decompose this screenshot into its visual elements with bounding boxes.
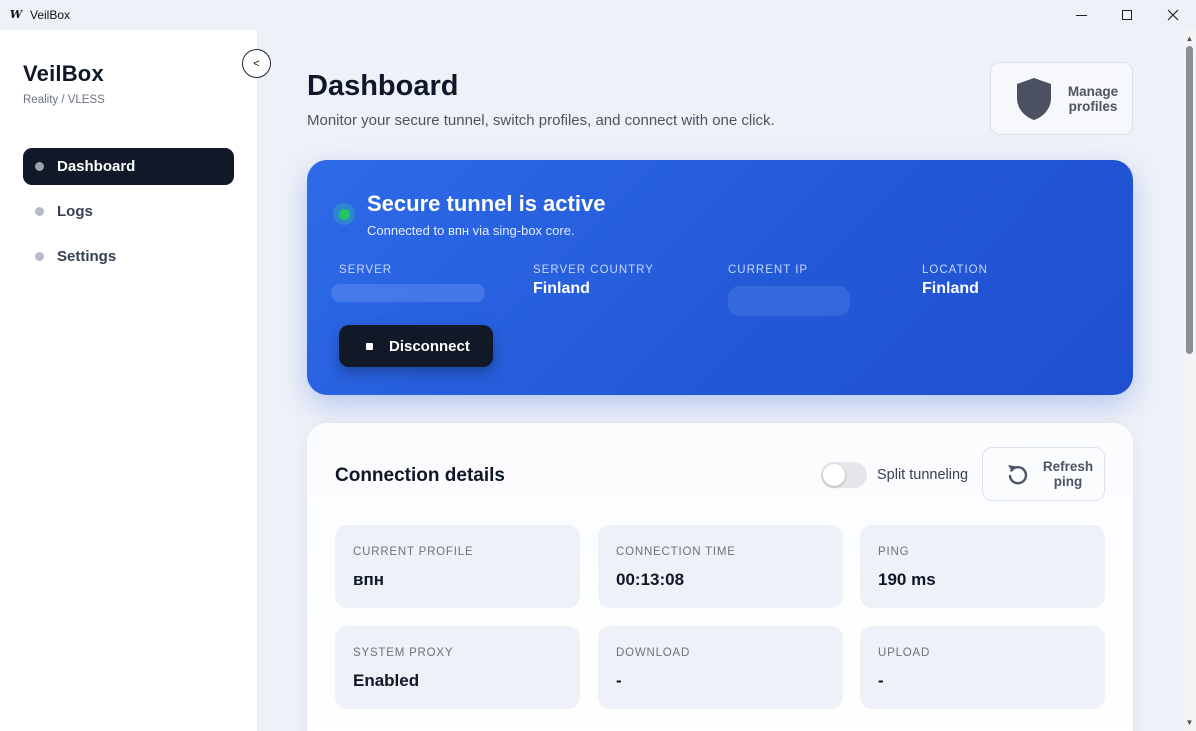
stat-label: LOCATION <box>922 264 988 276</box>
stat-value: Finland <box>922 280 979 297</box>
page-title: Dashboard <box>307 70 459 102</box>
stat-server-country: SERVER COUNTRY Finland <box>533 264 654 298</box>
tile-connection-time: CONNECTION TIME 00:13:08 <box>598 525 843 608</box>
sidebar: VeilBox Reality / VLESS Dashboard Logs S… <box>0 30 258 731</box>
nav-dot-icon <box>35 162 44 171</box>
tile-label: DOWNLOAD <box>616 647 691 659</box>
window-title: VeilBox <box>30 8 71 22</box>
tile-upload: UPLOAD - <box>860 626 1105 709</box>
minimize-button[interactable] <box>1058 0 1104 30</box>
stat-current-ip: CURRENT IP <box>728 264 808 280</box>
stat-label: CURRENT IP <box>728 264 809 276</box>
sidebar-item-logs[interactable]: Logs <box>23 193 234 230</box>
tile-label: SYSTEM PROXY <box>353 647 454 659</box>
refresh-icon <box>1008 465 1028 485</box>
tile-label: CURRENT PROFILE <box>353 546 474 558</box>
refresh-ping-button[interactable]: Refresh ping <box>982 447 1105 501</box>
stop-icon <box>366 342 373 350</box>
tile-label: CONNECTION TIME <box>616 546 736 558</box>
tile-label: UPLOAD <box>878 647 931 659</box>
tile-label: PING <box>878 546 910 558</box>
tile-value: впн <box>353 570 384 589</box>
app-logo-icon: W <box>9 8 23 21</box>
scroll-up-icon[interactable]: ▲ <box>1185 34 1194 43</box>
manage-profiles-label: Manage profiles <box>1067 83 1119 114</box>
brand-name: VeilBox <box>23 61 104 86</box>
sidebar-item-label: Logs <box>57 203 93 220</box>
tunnel-status-subtitle: Connected to впн via sing-box core. <box>367 223 575 238</box>
nav-dot-icon <box>35 207 44 216</box>
ip-redacted-value <box>728 286 850 316</box>
stat-label: SERVER <box>339 264 393 276</box>
tile-value: - <box>878 671 884 690</box>
brand-subtitle: Reality / VLESS <box>23 94 105 106</box>
server-redacted-value <box>331 284 485 302</box>
sidebar-collapse-button[interactable]: < <box>242 49 271 78</box>
nav-dot-icon <box>35 252 44 261</box>
sidebar-item-label: Settings <box>57 248 117 265</box>
tile-value: Enabled <box>353 671 420 690</box>
split-tunneling-toggle[interactable] <box>821 462 867 488</box>
split-tunneling-label: Split tunneling <box>877 467 969 483</box>
page-subtitle: Monitor your secure tunnel, switch profi… <box>307 112 775 129</box>
stat-label: SERVER COUNTRY <box>533 264 654 276</box>
stat-server: SERVER <box>339 264 392 280</box>
disconnect-label: Disconnect <box>389 337 470 355</box>
toggle-knob <box>823 464 845 486</box>
refresh-ping-label: Refresh ping <box>1042 459 1094 489</box>
status-dot-icon <box>338 208 350 220</box>
scrollbar-thumb[interactable] <box>1186 46 1193 354</box>
scroll-down-icon[interactable]: ▼ <box>1185 718 1194 727</box>
vertical-scrollbar[interactable]: ▲ ▼ <box>1183 30 1196 731</box>
close-icon <box>1167 9 1179 21</box>
connection-details-card: Connection details Split tunneling Refre… <box>307 423 1133 731</box>
tile-download: DOWNLOAD - <box>598 626 843 709</box>
maximize-button[interactable] <box>1104 0 1150 30</box>
disconnect-button[interactable]: Disconnect <box>339 325 493 367</box>
sidebar-nav: Dashboard Logs Settings <box>23 148 234 283</box>
maximize-icon <box>1122 10 1132 20</box>
tunnel-status-title: Secure tunnel is active <box>367 191 606 216</box>
stat-location: LOCATION Finland <box>922 264 988 298</box>
main-content: Dashboard Monitor your secure tunnel, sw… <box>258 30 1183 731</box>
minimize-icon <box>1075 14 1087 16</box>
window-controls <box>1058 0 1196 30</box>
tunnel-status-card: Secure tunnel is active Connected to впн… <box>307 160 1133 395</box>
stat-value: Finland <box>533 280 590 297</box>
sidebar-item-settings[interactable]: Settings <box>23 238 234 275</box>
tile-system-proxy: SYSTEM PROXY Enabled <box>335 626 580 709</box>
window-titlebar: W VeilBox <box>0 0 1196 30</box>
tile-value: - <box>616 671 622 690</box>
status-indicator <box>333 203 355 225</box>
tile-value: 190 ms <box>878 570 936 589</box>
shield-icon <box>1017 77 1051 120</box>
tile-value: 00:13:08 <box>616 570 685 589</box>
chevron-left-icon: < <box>253 57 260 70</box>
sidebar-item-label: Dashboard <box>57 158 136 175</box>
tile-current-profile: CURRENT PROFILE впн <box>335 525 580 608</box>
close-button[interactable] <box>1150 0 1196 30</box>
manage-profiles-button[interactable]: Manage profiles <box>990 62 1133 135</box>
connection-details-title: Connection details <box>335 465 505 486</box>
sidebar-item-dashboard[interactable]: Dashboard <box>23 148 234 185</box>
tile-ping: PING 190 ms <box>860 525 1105 608</box>
